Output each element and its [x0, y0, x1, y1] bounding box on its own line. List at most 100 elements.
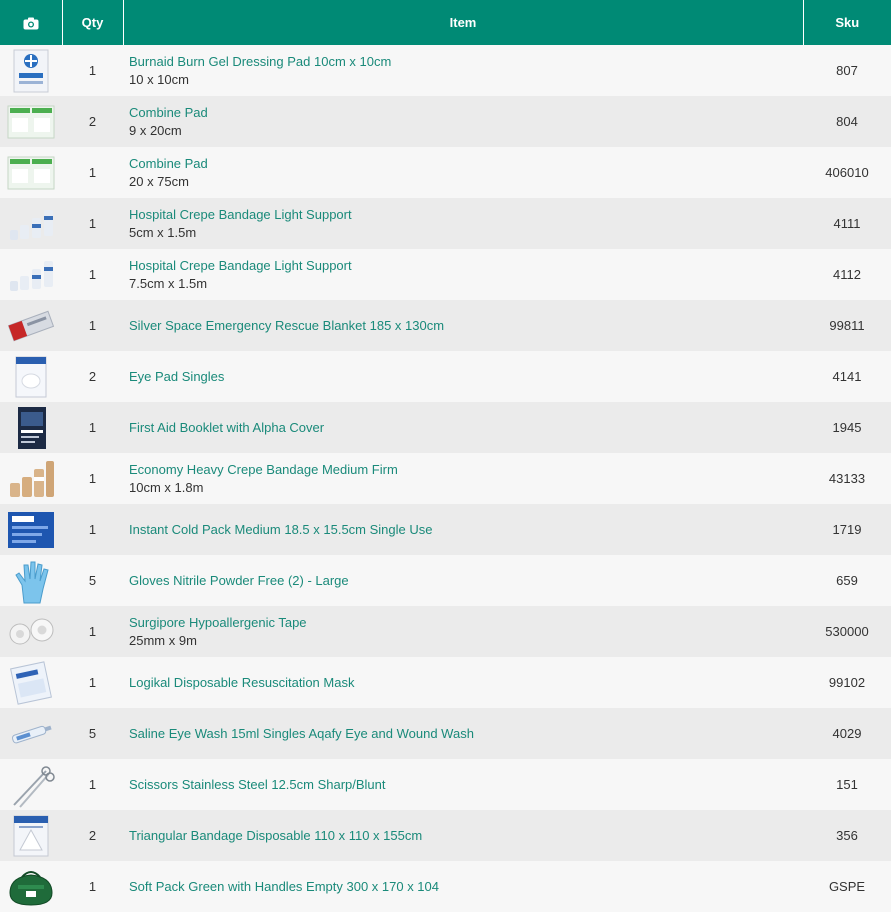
cold-pack-image[interactable] — [6, 506, 56, 554]
item-name-link[interactable]: Logikal Disposable Resuscitation Mask — [129, 674, 803, 692]
product-thumbnail-cell — [0, 555, 62, 606]
glove-image[interactable] — [6, 557, 56, 605]
product-thumbnail-cell — [0, 45, 62, 96]
combine-pad-pack-image[interactable] — [6, 98, 56, 146]
space-blanket-image[interactable] — [6, 302, 56, 350]
item-cell: Scissors Stainless Steel 12.5cm Sharp/Bl… — [123, 759, 803, 810]
kit-contents-table: Qty Item Sku 1 Burnaid Burn Gel Dressing … — [0, 0, 891, 912]
item-size: 20 x 75cm — [129, 173, 189, 189]
item-name-link[interactable]: Instant Cold Pack Medium 18.5 x 15.5cm S… — [129, 521, 803, 539]
qty-cell: 5 — [88, 726, 97, 741]
item-name-link[interactable]: Combine Pad — [129, 155, 803, 173]
item-name-link[interactable]: Combine Pad — [129, 104, 803, 122]
item-cell: Triangular Bandage Disposable 110 x 110 … — [123, 810, 803, 861]
qty-cell: 1 — [88, 675, 97, 690]
table-row: 2 Triangular Bandage Disposable 110 x 110… — [0, 810, 891, 861]
eye-wash-image[interactable] — [6, 710, 56, 758]
item-name-link[interactable]: Hospital Crepe Bandage Light Support — [129, 206, 803, 224]
table-row: 1 Instant Cold Pack Medium 18.5 x 15.5cm … — [0, 504, 891, 555]
item-size: 10cm x 1.8m — [129, 479, 204, 495]
qty-cell: 2 — [88, 828, 97, 843]
product-thumbnail-cell — [0, 198, 62, 249]
item-column-header: Item — [123, 0, 804, 45]
qty-column-header: Qty — [62, 0, 124, 45]
item-name-link[interactable]: Surgipore Hypoallergenic Tape — [129, 614, 803, 632]
item-cell: Economy Heavy Crepe Bandage Medium Firm 1… — [123, 453, 803, 504]
triangular-bandage-pack-image[interactable] — [6, 812, 56, 860]
combine-pad-pack-image[interactable] — [6, 149, 56, 197]
item-cell: Burnaid Burn Gel Dressing Pad 10cm x 10c… — [123, 45, 803, 96]
sku-cell: 4141 — [832, 369, 862, 384]
qty-cell: 1 — [88, 879, 97, 894]
table-row: 1 Economy Heavy Crepe Bandage Medium Firm… — [0, 453, 891, 504]
item-name-link[interactable]: Gloves Nitrile Powder Free (2) - Large — [129, 572, 803, 590]
item-cell: Eye Pad Singles — [123, 351, 803, 402]
product-thumbnail-cell — [0, 759, 62, 810]
sku-cell: 807 — [836, 63, 858, 78]
item-name-link[interactable]: Burnaid Burn Gel Dressing Pad 10cm x 10c… — [129, 53, 803, 71]
scissors-image[interactable] — [6, 761, 56, 809]
item-name-link[interactable]: Eye Pad Singles — [129, 368, 803, 386]
item-name-link[interactable]: Silver Space Emergency Rescue Blanket 18… — [129, 317, 803, 335]
table-row: 1 Hospital Crepe Bandage Light Support 7.5… — [0, 249, 891, 300]
table-row: 5 Gloves Nitrile Powder Free (2) - Large 6… — [0, 555, 891, 606]
item-cell: Hospital Crepe Bandage Light Support 5cm … — [123, 198, 803, 249]
qty-cell: 2 — [88, 114, 97, 129]
sku-cell: 4111 — [833, 216, 861, 231]
item-cell: Surgipore Hypoallergenic Tape 25mm x 9m — [123, 606, 803, 657]
qty-cell: 1 — [88, 777, 97, 792]
qty-cell: 1 — [88, 624, 97, 639]
table-row: 1 Surgipore Hypoallergenic Tape 25mm x 9m 5… — [0, 606, 891, 657]
product-thumbnail-cell — [0, 504, 62, 555]
camera-icon — [23, 17, 39, 30]
sku-cell: 1719 — [832, 522, 862, 537]
table-row: 5 Saline Eye Wash 15ml Singles Aqafy Eye … — [0, 708, 891, 759]
sku-cell: GSPE — [828, 879, 866, 894]
sku-cell: 659 — [836, 573, 858, 588]
table-row: 1 Scissors Stainless Steel 12.5cm Sharp/B… — [0, 759, 891, 810]
qty-cell: 1 — [88, 471, 97, 486]
mask-pack-image[interactable] — [6, 659, 56, 707]
table-header-row: Qty Item Sku — [0, 0, 891, 45]
item-name-link[interactable]: Economy Heavy Crepe Bandage Medium Firm — [129, 461, 803, 479]
item-cell: Saline Eye Wash 15ml Singles Aqafy Eye a… — [123, 708, 803, 759]
table-row: 1 Burnaid Burn Gel Dressing Pad 10cm x 10… — [0, 45, 891, 96]
crepe-rolls-image[interactable] — [6, 455, 56, 503]
green-bag-image[interactable] — [6, 863, 56, 911]
item-cell: Combine Pad 9 x 20cm — [123, 96, 803, 147]
product-thumbnail-cell — [0, 453, 62, 504]
item-cell: Instant Cold Pack Medium 18.5 x 15.5cm S… — [123, 504, 803, 555]
item-name-link[interactable]: Triangular Bandage Disposable 110 x 110 … — [129, 827, 803, 845]
eye-pad-pack-image[interactable] — [6, 353, 56, 401]
burn-gel-pack-image[interactable] — [6, 47, 56, 95]
booklet-image[interactable] — [6, 404, 56, 452]
item-cell: Hospital Crepe Bandage Light Support 7.5c… — [123, 249, 803, 300]
table-row: 1 Logikal Disposable Resuscitation Mask 99… — [0, 657, 891, 708]
qty-cell: 1 — [88, 522, 97, 537]
table-row: 1 Hospital Crepe Bandage Light Support 5cm… — [0, 198, 891, 249]
item-name-link[interactable]: First Aid Booklet with Alpha Cover — [129, 419, 803, 437]
item-name-link[interactable]: Soft Pack Green with Handles Empty 300 x… — [129, 878, 803, 896]
table-row: 1 Silver Space Emergency Rescue Blanket 1… — [0, 300, 891, 351]
item-size: 5cm x 1.5m — [129, 224, 197, 240]
product-thumbnail-cell — [0, 147, 62, 198]
photo-column-header — [0, 0, 63, 45]
item-size: 25mm x 9m — [129, 632, 197, 648]
item-cell: Logikal Disposable Resuscitation Mask — [123, 657, 803, 708]
table-row: 1 Combine Pad 20 x 75cm 406010 — [0, 147, 891, 198]
sku-cell: 406010 — [825, 165, 869, 180]
item-name-link[interactable]: Saline Eye Wash 15ml Singles Aqafy Eye a… — [129, 725, 803, 743]
qty-cell: 1 — [88, 63, 97, 78]
qty-cell: 2 — [88, 369, 97, 384]
table-row: 1 Soft Pack Green with Handles Empty 300 … — [0, 861, 891, 912]
product-thumbnail-cell — [0, 861, 62, 912]
sku-cell: 4112 — [833, 267, 861, 282]
bandage-rolls-image[interactable] — [6, 200, 56, 248]
item-cell: Silver Space Emergency Rescue Blanket 18… — [123, 300, 803, 351]
product-thumbnail-cell — [0, 657, 62, 708]
sku-cell: 99811 — [829, 318, 865, 333]
tape-rolls-image[interactable] — [6, 608, 56, 656]
bandage-rolls-image[interactable] — [6, 251, 56, 299]
item-name-link[interactable]: Hospital Crepe Bandage Light Support — [129, 257, 803, 275]
item-name-link[interactable]: Scissors Stainless Steel 12.5cm Sharp/Bl… — [129, 776, 803, 794]
